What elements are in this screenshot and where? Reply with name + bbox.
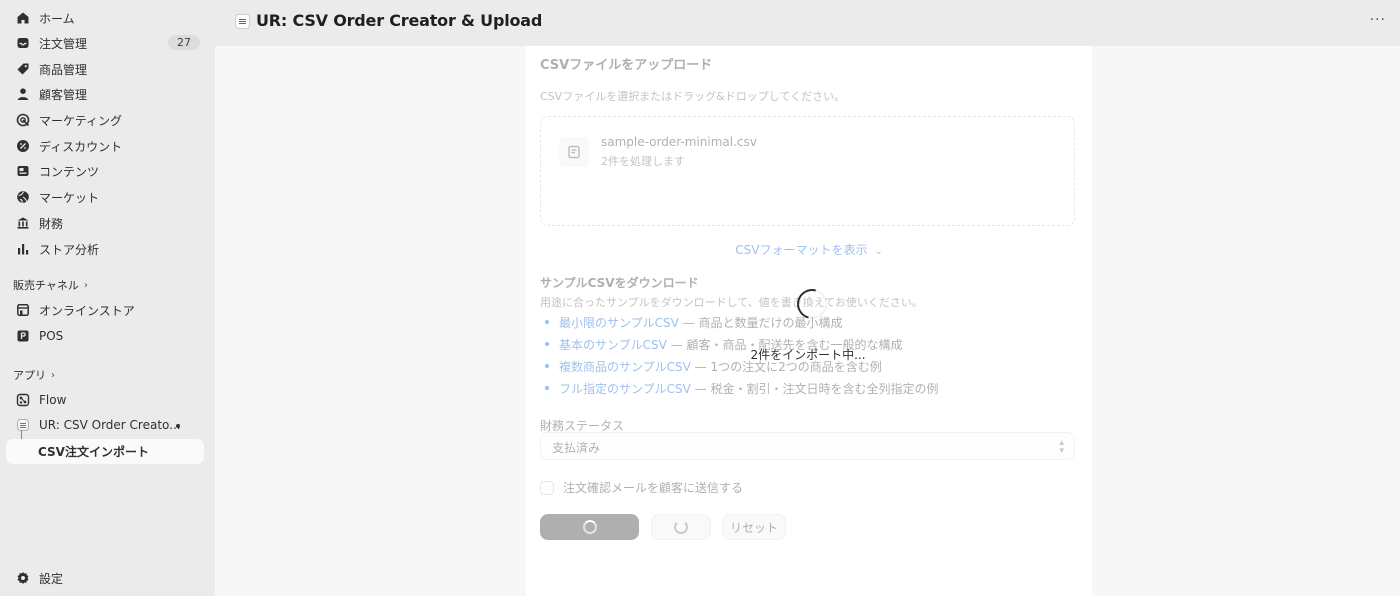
sidebar-item-label: オンラインストア bbox=[39, 303, 135, 318]
chevron-right-icon: › bbox=[83, 279, 88, 291]
sidebar-item-discounts[interactable]: ディスカウント bbox=[6, 134, 204, 158]
sample-full-link[interactable]: フル指定のサンプルCSV bbox=[559, 382, 691, 396]
sidebar-item-customers[interactable]: 顧客管理 bbox=[6, 82, 204, 106]
sidebar-item-markets[interactable]: マーケット bbox=[6, 185, 204, 209]
chevron-down-icon: ⌄ bbox=[874, 246, 883, 257]
upload-card: CSVファイルをアップロード CSVファイルを選択またはドラッグ&ドロップしてく… bbox=[526, 46, 1092, 596]
financial-status-value: 支払済み bbox=[552, 441, 601, 455]
file-icon bbox=[559, 137, 589, 167]
sample-download-description: 用途に合ったサンプルをダウンロードして、値を書き換えてお使いください。 bbox=[540, 296, 923, 309]
financial-status-select[interactable]: 支払済み ▴ ▾ bbox=[540, 432, 1075, 460]
pin-dot-icon bbox=[176, 424, 180, 428]
sample-basic-link[interactable]: 基本のサンプルCSV bbox=[559, 338, 667, 352]
sample-download-title: サンプルCSVをダウンロード bbox=[540, 276, 699, 290]
sidebar-item-label: マーケット bbox=[39, 190, 100, 205]
sidebar-item-label: POS bbox=[39, 329, 64, 343]
sample-description: — 商品と数量だけの最小構成 bbox=[678, 316, 843, 330]
sidebar: ホーム 注文管理 27 商品管理 顧客管理 マーケティング ディスカウント コン… bbox=[0, 0, 215, 596]
file-dropzone[interactable]: sample-order-minimal.csv 2件を処理します bbox=[540, 116, 1075, 226]
chevron-right-icon: › bbox=[51, 369, 55, 381]
file-name: sample-order-minimal.csv bbox=[601, 135, 757, 149]
sidebar-item-label: 注文管理 bbox=[39, 36, 88, 51]
pos-icon bbox=[16, 329, 30, 343]
section-heading-label: アプリ bbox=[13, 369, 46, 382]
page-title: UR: CSV Order Creator & Upload bbox=[256, 11, 543, 30]
sidebar-item-label: 商品管理 bbox=[39, 62, 88, 77]
globe-icon bbox=[16, 190, 30, 204]
flow-icon bbox=[16, 393, 30, 407]
sidebar-item-finance[interactable]: 財務 bbox=[6, 211, 204, 235]
main-content: CSVファイルをアップロード CSVファイルを選択またはドラッグ&ドロップしてく… bbox=[215, 46, 1400, 596]
app-icon bbox=[235, 14, 250, 29]
person-icon bbox=[16, 87, 30, 101]
sidebar-item-label: UR: CSV Order Creato... bbox=[39, 418, 181, 432]
sidebar-subitem-label: CSV注文インポート bbox=[38, 445, 149, 459]
app-header: UR: CSV Order Creator & Upload ··· bbox=[215, 0, 1400, 46]
store-icon bbox=[16, 303, 30, 317]
button-spinner-icon bbox=[582, 520, 597, 534]
loading-message: 2件をインポート中... bbox=[750, 348, 866, 362]
sidebar-item-label: マーケティング bbox=[39, 113, 123, 128]
sidebar-item-label: 顧客管理 bbox=[39, 87, 88, 102]
sidebar-item-pos[interactable]: POS bbox=[6, 324, 204, 348]
sidebar-item-marketing[interactable]: マーケティング bbox=[6, 108, 204, 132]
sample-minimal-link[interactable]: 最小限のサンプルCSV bbox=[559, 316, 679, 330]
sidebar-item-settings[interactable]: 設定 bbox=[6, 566, 204, 590]
sidebar-item-flow[interactable]: Flow bbox=[6, 388, 204, 412]
send-email-label: 注文確認メールを顧客に送信する bbox=[563, 481, 744, 495]
import-button[interactable] bbox=[540, 514, 639, 540]
format-link-label: CSVフォーマットを表示 bbox=[735, 243, 868, 257]
sidebar-item-online-store[interactable]: オンラインストア bbox=[6, 298, 204, 322]
sidebar-item-label: ホーム bbox=[39, 11, 75, 26]
target-icon bbox=[16, 113, 30, 127]
sidebar-item-csv-order-app[interactable]: UR: CSV Order Creato... bbox=[6, 413, 204, 437]
upload-description: CSVファイルを選択またはドラッグ&ドロップしてください。 bbox=[540, 90, 846, 103]
sidebar-item-products[interactable]: 商品管理 bbox=[6, 57, 204, 81]
upload-title: CSVファイルをアップロード bbox=[540, 58, 713, 73]
sidebar-item-home[interactable]: ホーム bbox=[6, 6, 204, 30]
file-meta: 2件を処理します bbox=[601, 155, 685, 168]
inbox-icon bbox=[16, 36, 30, 50]
sample-description: — 税金・割引・注文日時を含む全列指定の例 bbox=[690, 382, 939, 396]
tag-icon bbox=[16, 62, 30, 76]
sidebar-subitem-csv-import[interactable]: CSV注文インポート bbox=[6, 439, 204, 464]
sidebar-item-content[interactable]: コンテンツ bbox=[6, 159, 204, 183]
list-item: 最小限のサンプルCSV — 商品と数量だけの最小構成 bbox=[540, 314, 939, 336]
gear-icon bbox=[16, 571, 30, 585]
secondary-button[interactable] bbox=[651, 514, 711, 540]
reset-button[interactable]: リセット bbox=[722, 514, 786, 540]
apps-heading[interactable]: アプリ › bbox=[13, 367, 55, 383]
sidebar-item-label: 設定 bbox=[39, 571, 64, 586]
sidebar-item-label: コンテンツ bbox=[39, 164, 100, 179]
home-icon bbox=[16, 11, 30, 25]
sales-channels-heading[interactable]: 販売チャネル › bbox=[13, 277, 88, 293]
select-arrows-icon: ▴ ▾ bbox=[1059, 438, 1064, 456]
sidebar-item-label: Flow bbox=[39, 393, 67, 407]
more-actions-button[interactable]: ··· bbox=[1370, 12, 1386, 28]
secondary-card bbox=[526, 580, 1092, 596]
discount-icon bbox=[16, 139, 30, 153]
bar-chart-icon bbox=[16, 242, 30, 256]
sidebar-item-label: ディスカウント bbox=[39, 139, 123, 154]
list-item: フル指定のサンプルCSV — 税金・割引・注文日時を含む全列指定の例 bbox=[540, 380, 939, 402]
sidebar-item-label: ストア分析 bbox=[39, 242, 100, 257]
send-email-checkbox[interactable] bbox=[540, 480, 554, 495]
show-csv-format-link[interactable]: CSVフォーマットを表示 ⌄ bbox=[526, 241, 1092, 258]
section-heading-label: 販売チャネル bbox=[13, 279, 79, 292]
content-icon bbox=[16, 164, 30, 178]
sidebar-item-label: 財務 bbox=[39, 216, 64, 231]
orders-count-badge: 27 bbox=[168, 35, 200, 50]
button-spinner-icon bbox=[674, 520, 688, 534]
bank-icon bbox=[16, 216, 30, 230]
sidebar-item-analytics[interactable]: ストア分析 bbox=[6, 237, 204, 261]
sidebar-item-orders[interactable]: 注文管理 27 bbox=[6, 31, 204, 55]
sample-multi-product-link[interactable]: 複数商品のサンプルCSV bbox=[559, 360, 691, 374]
send-email-checkbox-row[interactable]: 注文確認メールを顧客に送信する bbox=[540, 479, 743, 496]
